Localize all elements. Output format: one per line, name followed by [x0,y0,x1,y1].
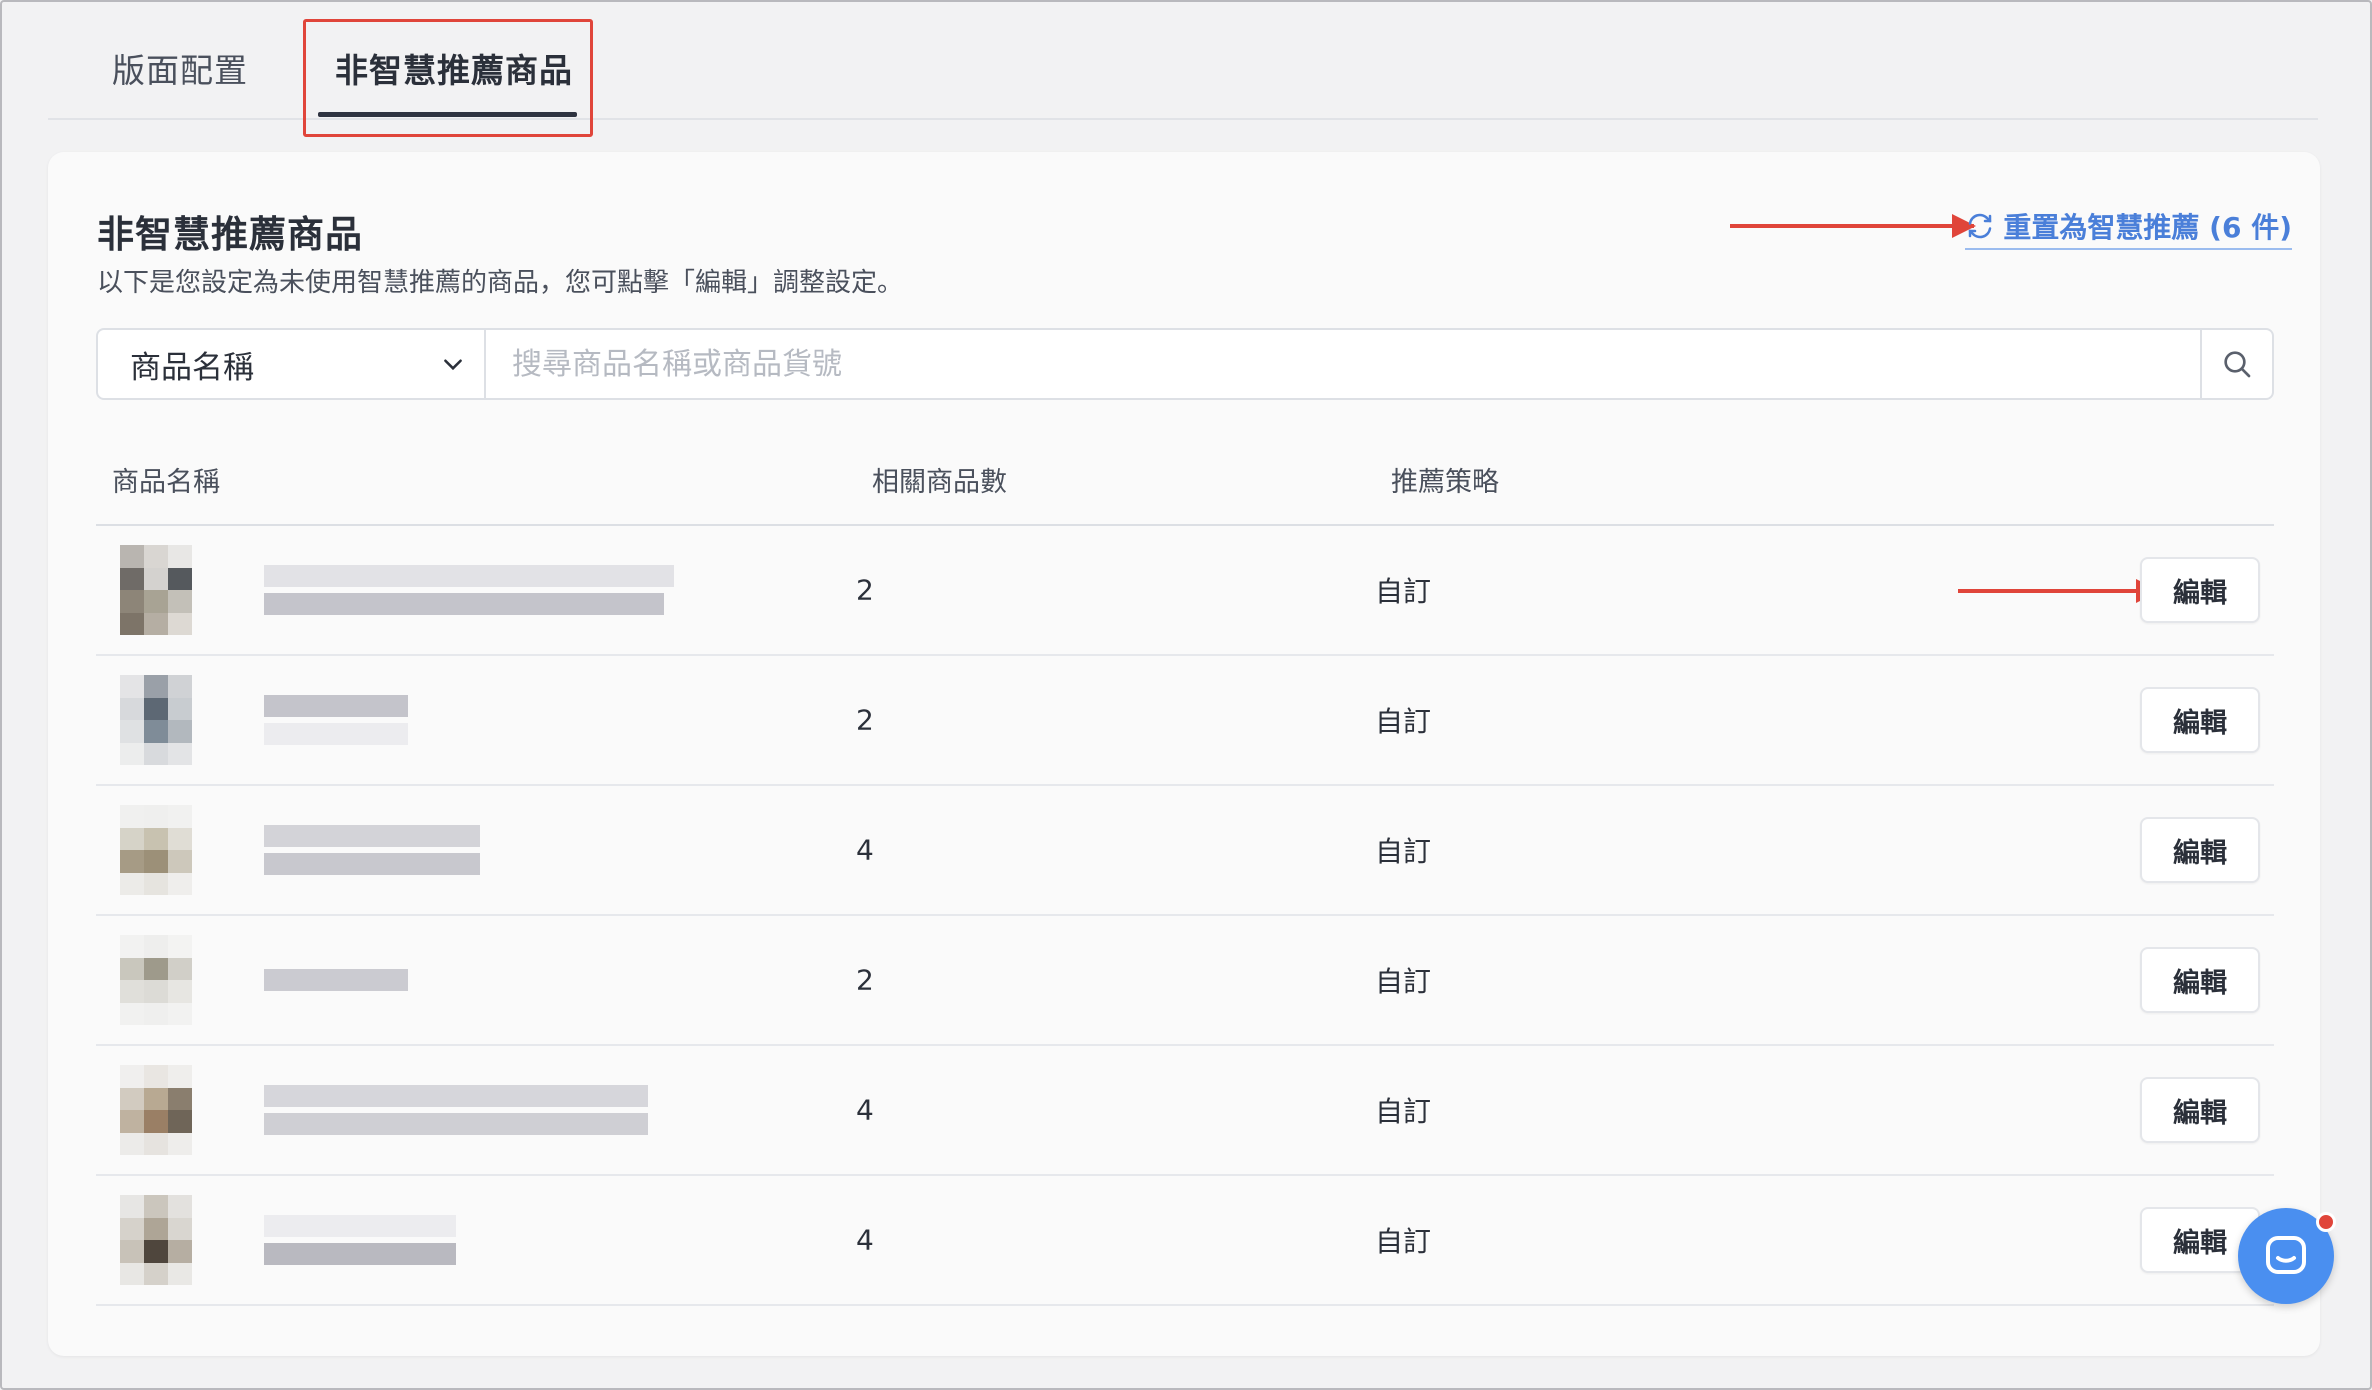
related-count: 4 [856,833,874,867]
product-name-blurred [264,969,408,991]
table-row: 4 自訂 編輯 [96,1176,2274,1306]
product-name-blurred [264,825,480,875]
strategy: 自訂 [1375,1095,1432,1128]
related-count: 2 [856,573,874,607]
header-product-name: 商品名稱 [112,467,220,498]
product-thumbnail [120,675,192,765]
product-thumbnail [120,805,192,895]
chat-icon [2266,1236,2306,1274]
product-thumbnail [120,545,192,635]
search-input[interactable] [486,330,2200,398]
table-row: 2 自訂 編輯 [96,656,2274,786]
reset-link-label: 重置為智慧推薦 (6 件) [2003,211,2292,244]
tab-layout-config[interactable]: 版面配置 [112,44,248,92]
strategy: 自訂 [1375,1225,1432,1258]
search-field-select-value: 商品名稱 [130,349,254,386]
product-name-blurred [264,1215,456,1265]
strategy: 自訂 [1375,575,1432,608]
edit-button[interactable]: 編輯 [2140,817,2260,883]
edit-button[interactable]: 編輯 [2140,1077,2260,1143]
card-description: 以下是您設定為未使用智慧推薦的商品，您可點擊「編輯」調整設定。 [97,268,904,298]
strategy: 自訂 [1375,965,1432,998]
table-row: 2 自訂 編輯 [96,916,2274,1046]
edit-button[interactable]: 編輯 [2140,947,2260,1013]
strategy: 自訂 [1375,705,1432,738]
search-field-select[interactable]: 商品名稱 [98,330,486,398]
table-row: 2 自訂 編輯 [96,526,2274,656]
table-row: 4 自訂 編輯 [96,786,2274,916]
product-thumbnail [120,1195,192,1285]
card-title: 非智慧推薦商品 [97,213,363,256]
strategy: 自訂 [1375,835,1432,868]
notification-dot [2316,1212,2336,1232]
related-count: 2 [856,963,874,997]
header-strategy: 推薦策略 [1391,467,1499,498]
related-count: 2 [856,703,874,737]
refresh-icon [1969,213,1992,239]
product-name-blurred [264,695,408,745]
search-button[interactable] [2200,330,2272,398]
annotation-arrow-edit [1958,579,2160,603]
header-related-count: 相關商品數 [872,467,1007,498]
search-icon [2224,351,2251,378]
search-bar: 商品名稱 [96,328,2274,400]
annotation-highlight-box [303,19,593,137]
table-row: 4 自訂 編輯 [96,1046,2274,1176]
reset-to-smart-link[interactable]: 重置為智慧推薦 (6 件) [1965,206,2292,250]
related-count: 4 [856,1223,874,1257]
edit-button[interactable]: 編輯 [2140,557,2260,623]
product-name-blurred [264,565,674,615]
product-thumbnail [120,935,192,1025]
product-thumbnail [120,1065,192,1155]
content-card: 非智慧推薦商品 以下是您設定為未使用智慧推薦的商品，您可點擊「編輯」調整設定。 … [48,152,2320,1356]
edit-button[interactable]: 編輯 [2140,687,2260,753]
product-name-blurred [264,1085,648,1135]
related-count: 4 [856,1093,874,1127]
chevron-down-icon [444,359,462,371]
annotation-arrow-reset [1730,214,1976,238]
